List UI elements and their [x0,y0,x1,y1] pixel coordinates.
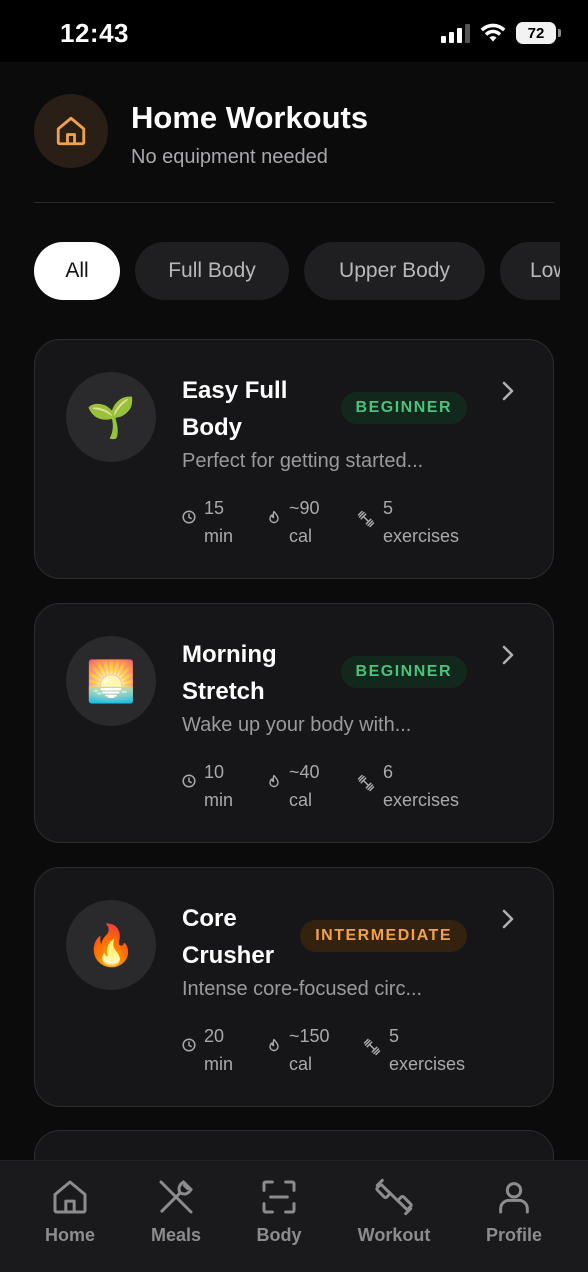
clock-icon [182,1038,196,1052]
calories-meta: ~150 cal [267,1022,330,1078]
difficulty-badge: INTERMEDIATE [300,920,467,952]
filter-chip-full-body[interactable]: Full Body [135,242,289,300]
status-bar: 12:43 72 [0,0,588,62]
duration-value: 15 [204,498,225,518]
status-indicators: 72 [441,22,561,44]
home-icon [53,1180,87,1214]
difficulty-badge: BEGINNER [340,392,467,424]
scan-icon [262,1180,296,1214]
dumbbell-icon [375,1178,413,1216]
workout-description: Intense core-focused circ... [182,978,423,1000]
utensils-icon [159,1180,193,1214]
calories-meta: ~90 cal [267,494,320,550]
tab-meals[interactable]: Meals [121,1177,231,1246]
dumbbell-icon [363,1038,381,1056]
exercises-meta: 5 exercises [357,494,459,550]
battery-indicator: 72 [516,22,561,44]
duration-value: 20 [204,1026,225,1046]
filter-chips: All Full Body Upper Body Low [34,242,560,302]
tab-label: Body [256,1225,302,1245]
workout-card[interactable]: 🌱 Easy Full Body BEGINNER Perfect for ge… [34,339,554,579]
chevron-right-icon[interactable] [501,644,515,666]
workout-description: Perfect for getting started... [182,450,424,472]
seedling-icon: 🌱 [66,372,156,462]
duration-meta: 10 min [182,758,233,814]
duration-unit: min [204,526,234,546]
calories-value: ~90 [289,498,320,518]
tab-workout[interactable]: Workout [339,1177,449,1246]
calories-unit: cal [289,790,313,810]
calories-value: ~150 [289,1026,330,1046]
page-title: Home Workouts [131,100,369,135]
duration-value: 10 [204,762,225,782]
tab-home[interactable]: Home [15,1177,125,1246]
tab-label: Home [44,1225,95,1245]
tab-profile[interactable]: Profile [459,1177,569,1246]
workout-title: Morning Stretch [182,641,277,705]
home-icon [34,94,108,168]
flame-icon [269,774,279,788]
workout-description: Wake up your body with... [182,714,412,736]
status-time: 12:43 [60,18,129,48]
exercises-unit: exercises [383,790,460,810]
dumbbell-icon [357,774,375,792]
tab-body[interactable]: Body [224,1177,334,1246]
calories-value: ~40 [289,762,320,782]
exercises-unit: exercises [383,526,460,546]
calories-unit: cal [289,1054,313,1074]
workout-title: Easy Full Body [182,377,288,441]
cellular-signal-icon [441,23,470,43]
duration-unit: min [204,1054,234,1074]
duration-meta: 15 min [182,494,233,550]
header-divider [34,202,554,203]
tab-label: Profile [485,1225,542,1245]
filter-chip-lower-body[interactable]: Low [500,242,560,300]
tab-label: Meals [150,1225,202,1245]
clock-icon [182,510,196,524]
calories-meta: ~40 cal [267,758,320,814]
exercises-value: 5 [389,1026,400,1046]
exercises-value: 6 [383,762,394,782]
difficulty-badge: BEGINNER [340,656,467,688]
workout-card[interactable]: 🌅 Morning Stretch BEGINNER Wake up your … [34,603,554,843]
sunrise-icon: 🌅 [66,636,156,726]
exercises-value: 5 [383,498,394,518]
chevron-right-icon[interactable] [501,380,515,402]
exercises-meta: 5 exercises [363,1022,465,1078]
duration-meta: 20 min [182,1022,233,1078]
user-icon [499,1182,529,1214]
tab-label: Workout [357,1225,431,1245]
fire-icon: 🔥 [66,900,156,990]
wifi-icon [480,23,506,42]
exercises-meta: 6 exercises [357,758,459,814]
calories-unit: cal [289,526,313,546]
page-header: Home Workouts No equipment needed [34,94,554,170]
filter-chip-all[interactable]: All [34,242,120,300]
filter-chip-upper-body[interactable]: Upper Body [304,242,485,300]
dumbbell-icon [357,510,375,528]
flame-icon [269,1038,279,1052]
chevron-right-icon[interactable] [501,908,515,930]
page-subtitle: No equipment needed [131,146,328,168]
duration-unit: min [204,790,234,810]
workout-card[interactable]: 🔥 Core Crusher INTERMEDIATE Intense core… [34,867,554,1107]
flame-icon [269,510,279,524]
clock-icon [182,774,196,788]
exercises-unit: exercises [389,1054,466,1074]
bottom-tab-bar: Home Meals Body Workout Profile [0,1160,588,1272]
